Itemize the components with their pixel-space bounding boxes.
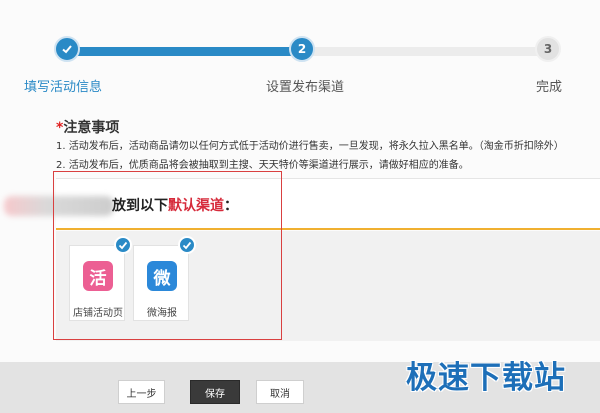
site-watermark: 极速下载站 [406, 360, 566, 396]
step-3-label: 完成 [536, 80, 563, 95]
notice-line-2: 2. 活动发布后，优质商品将会被抽取到主搜、天天特价等渠道进行展示，请做好相应的… [56, 160, 469, 171]
cancel-button[interactable]: 取消 [256, 380, 304, 404]
step-2-label: 设置发布渠道 [266, 80, 345, 95]
notice-line-1: 1. 活动发布后，活动商品请勿以任何方式低于活动价进行售卖，一旦发现，将永久拉入… [56, 141, 564, 152]
step-1-label[interactable]: 填写活动信息 [24, 76, 102, 95]
notice-title: *注意事项 [56, 117, 119, 137]
progress-track-pending [300, 47, 550, 56]
step-1-circle [54, 36, 80, 62]
previous-step-button[interactable]: 上一步 [118, 380, 165, 404]
check-icon [62, 45, 72, 54]
highlight-frame [53, 171, 282, 340]
step-3-circle: 3 [535, 36, 561, 62]
progress-track-complete [64, 47, 309, 56]
step-2-circle: 2 [289, 36, 315, 62]
notice-title-text: 注意事项 [63, 120, 120, 136]
save-button[interactable]: 保存 [190, 380, 240, 404]
